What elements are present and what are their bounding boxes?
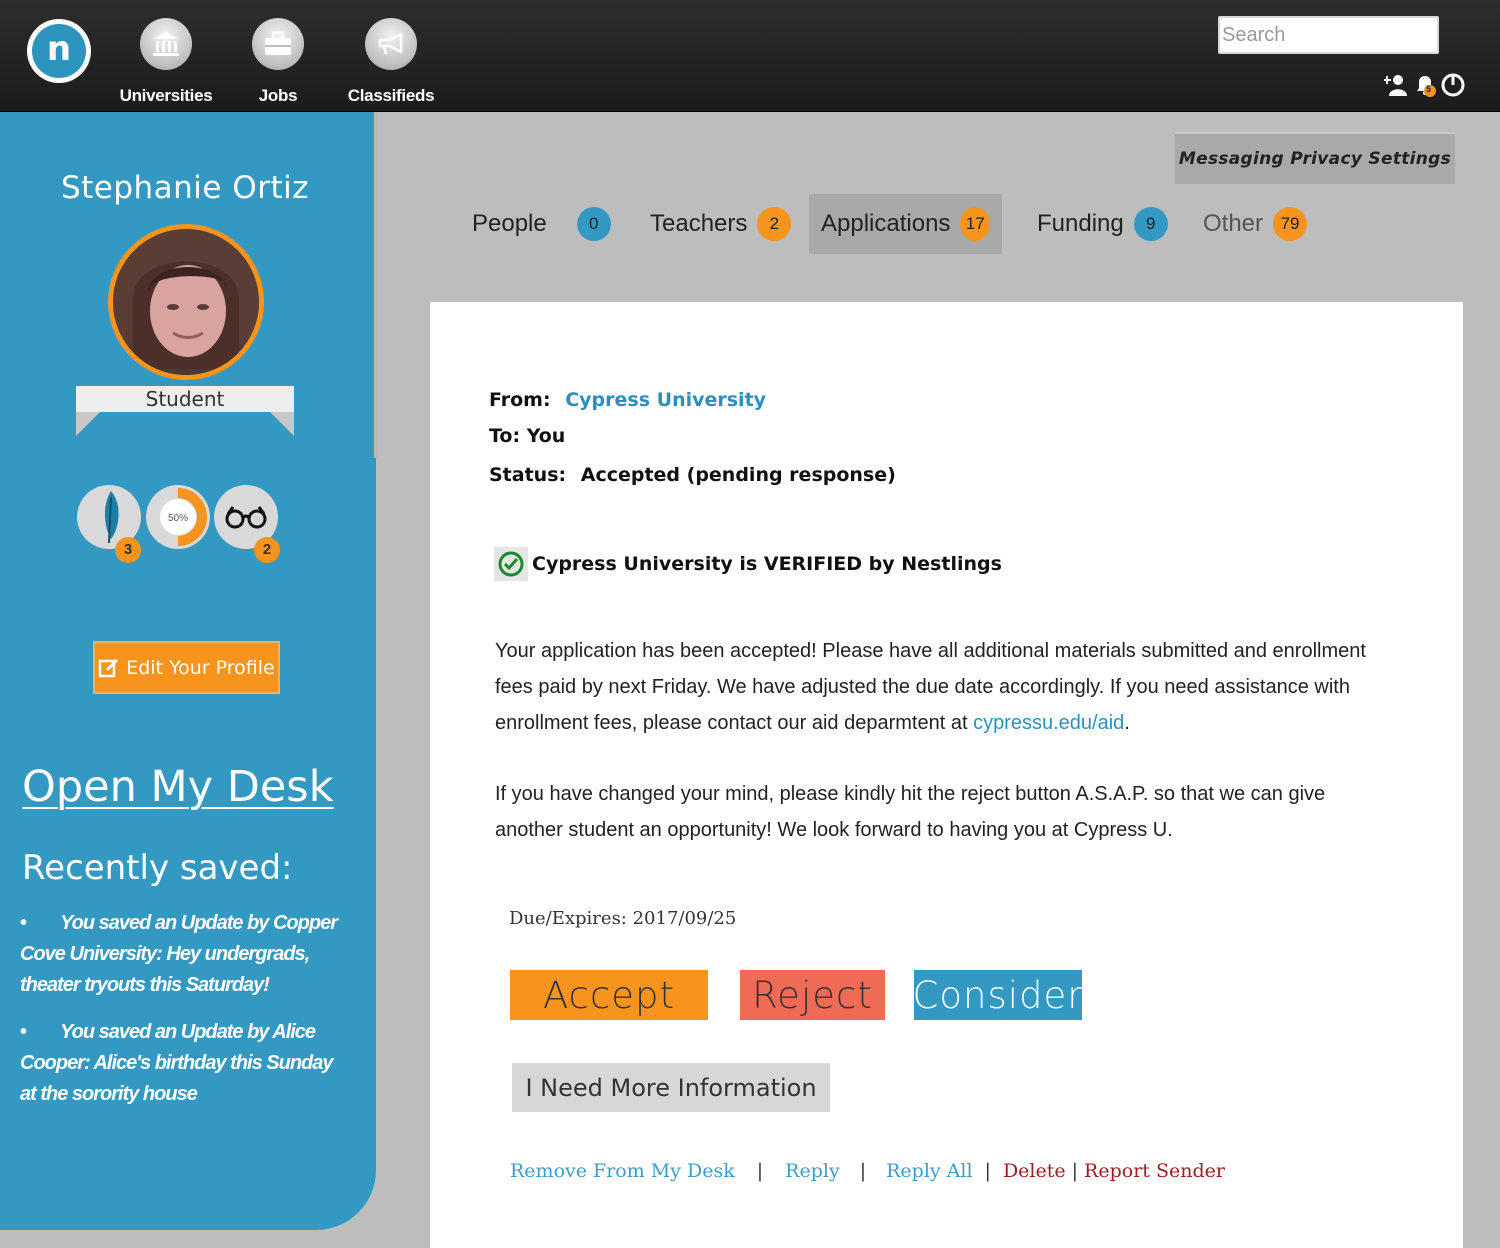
saved-item-text: You saved an Update by Alice Cooper: Ali… [20, 1021, 334, 1105]
glasses-icon [225, 506, 267, 529]
message-paragraph-2: If you have changed your mind, please ki… [495, 783, 1326, 841]
separator: | [859, 1160, 867, 1182]
edit-profile-label: Edit Your Profile [126, 656, 275, 679]
edit-icon [98, 658, 119, 677]
ribbon-fold-right [270, 412, 294, 436]
list-item[interactable]: • You saved an Update by Alice Cooper: Al… [20, 1017, 340, 1110]
message-status: Status: Accepted (pending response) [489, 464, 896, 486]
feather-icon [104, 491, 119, 544]
tab-label: Teachers [650, 210, 748, 237]
nav-universities-label: Universities [119, 86, 213, 105]
nav-classifieds[interactable]: Classifieds [336, 18, 446, 106]
verified-check-icon [494, 547, 528, 581]
tab-label: Other [1203, 210, 1264, 237]
nav-jobs[interactable]: Jobs [223, 18, 333, 106]
message-footer-links: Remove From My Desk | Reply | Reply All … [510, 1160, 1225, 1182]
separator: | [756, 1160, 764, 1182]
to-label: To: [489, 425, 521, 447]
search-input[interactable] [1218, 16, 1439, 54]
top-navigation-bar: n Universities Jobs Classifieds 5 [0, 0, 1500, 112]
tab-applications[interactable]: Applications 17 [809, 194, 1002, 254]
tab-people[interactable]: People 0 [472, 194, 611, 254]
status-value: Accepted (pending response) [580, 464, 896, 486]
list-item[interactable]: • You saved an Update by Copper Cove Univ… [20, 908, 340, 1001]
from-label: From: [489, 389, 551, 411]
top-icon-group: 5 [1384, 72, 1466, 98]
recently-saved-list: • You saved an Update by Copper Cove Univ… [20, 908, 340, 1126]
feather-badge-count: 3 [115, 537, 141, 563]
message-to: To: You [489, 425, 565, 447]
tab-label: People [472, 210, 547, 237]
reject-button[interactable]: Reject [740, 970, 885, 1020]
tab-count-badge: 2 [757, 207, 792, 241]
aid-link[interactable]: cypressu.edu/aid [973, 712, 1124, 734]
tab-count-badge: 79 [1273, 207, 1308, 241]
report-sender-link[interactable]: Report Sender [1084, 1160, 1225, 1182]
need-more-information-button[interactable]: I Need More Information [512, 1063, 830, 1112]
separator: | [1071, 1160, 1079, 1182]
progress-badge[interactable]: 50% [146, 485, 210, 549]
reply-link[interactable]: Reply [785, 1160, 840, 1182]
role-ribbon: Student [76, 386, 294, 412]
ribbon-fold-left [76, 412, 100, 436]
saved-item-text: You saved an Update by Copper Cove Unive… [20, 912, 338, 996]
accept-button[interactable]: Accept [510, 970, 708, 1020]
nestlings-logo[interactable]: n [27, 19, 91, 83]
tab-other[interactable]: Other 79 [1203, 194, 1308, 254]
messaging-privacy-settings-button[interactable]: Messaging Privacy Settings [1175, 132, 1455, 184]
notification-count: 5 [1426, 84, 1432, 94]
paragraph-text: Your application has been accepted! Plea… [495, 640, 1366, 734]
tab-label: Applications [821, 210, 951, 237]
user-name: Stephanie Ortiz [60, 170, 310, 206]
reply-all-link[interactable]: Reply All [886, 1160, 972, 1182]
message-from: From: Cypress University [489, 389, 766, 411]
avatar[interactable] [108, 224, 264, 380]
nav-jobs-label: Jobs [258, 86, 298, 105]
nav-universities[interactable]: Universities [111, 18, 221, 106]
consider-button[interactable]: Consider [913, 970, 1082, 1020]
nav-classifieds-label: Classifieds [347, 86, 435, 105]
paragraph-end: . [1124, 712, 1130, 734]
progress-label: 50% [168, 513, 188, 524]
briefcase-icon [252, 18, 304, 70]
megaphone-icon [365, 18, 417, 70]
tab-count-badge: 9 [1133, 207, 1168, 241]
glasses-badge-count: 2 [254, 537, 280, 563]
tab-teachers[interactable]: Teachers 2 [650, 194, 792, 254]
delete-link[interactable]: Delete [1003, 1160, 1066, 1182]
tab-label: Funding [1037, 210, 1124, 237]
tab-count-badge: 17 [960, 207, 990, 241]
to-value: You [526, 425, 566, 447]
power-icon[interactable] [1440, 72, 1466, 98]
progress-ring-icon: 50% [147, 486, 209, 548]
tab-count-badge: 0 [576, 207, 611, 241]
verified-notice: Cypress University is VERIFIED by Nestli… [494, 547, 1002, 581]
notification-bell-icon[interactable]: 5 [1412, 72, 1438, 98]
recently-saved-heading: Recently saved: [22, 848, 293, 888]
message-paragraph-1: Your application has been accepted! Plea… [495, 633, 1395, 741]
tab-funding[interactable]: Funding 9 [1037, 194, 1168, 254]
sidebar-divider [374, 112, 378, 458]
remove-from-desk-link[interactable]: Remove From My Desk [510, 1160, 735, 1182]
open-my-desk-link[interactable]: Open My Desk [22, 762, 334, 812]
due-date: Due/Expires: 2017/09/25 [509, 908, 737, 929]
sender-link[interactable]: Cypress University [565, 389, 766, 411]
logo-letter: n [32, 24, 86, 78]
status-label: Status: [489, 464, 567, 486]
verified-text: Cypress University is VERIFIED by Nestli… [532, 553, 1002, 575]
university-icon [140, 18, 192, 70]
separator: | [984, 1160, 991, 1182]
add-friend-icon[interactable] [1384, 73, 1410, 97]
edit-profile-button[interactable]: Edit Your Profile [93, 641, 280, 694]
